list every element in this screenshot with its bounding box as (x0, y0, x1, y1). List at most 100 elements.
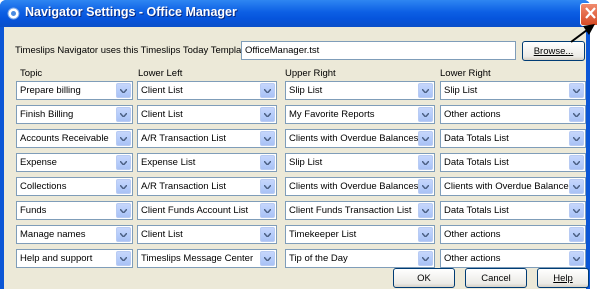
combo-value: Clients with Overdue Balances (289, 181, 419, 192)
combo-lower-left[interactable]: A/R Transaction List (137, 177, 277, 196)
dropdown-button[interactable] (569, 179, 584, 194)
dropdown-button[interactable] (569, 131, 584, 146)
dropdown-button[interactable] (116, 107, 131, 122)
combo-upper-right[interactable]: Tip of the Day (285, 249, 435, 268)
combo-upper-right[interactable]: My Favorite Reports (285, 105, 435, 124)
combo-value: Expense List (141, 157, 196, 168)
combo-lower-right[interactable]: Clients with Overdue Balances (440, 177, 586, 196)
chevron-down-icon (422, 209, 429, 213)
chevron-down-icon (120, 113, 127, 117)
dropdown-button[interactable] (569, 155, 584, 170)
combo-lower-left[interactable]: Expense List (137, 153, 277, 172)
dropdown-button[interactable] (418, 227, 433, 242)
cancel-button[interactable]: Cancel (465, 268, 527, 288)
combo-topic[interactable]: Accounts Receivable (16, 129, 133, 148)
browse-button-label: Browse... (533, 45, 574, 57)
dropdown-button[interactable] (116, 251, 131, 266)
combo-lower-right[interactable]: Other actions (440, 225, 586, 244)
combo-value: Collections (20, 181, 67, 192)
close-icon (585, 7, 596, 19)
combo-lower-right[interactable]: Slip List (440, 81, 586, 100)
navigator-settings-window: Navigator Settings - Office Manager Time… (0, 0, 597, 289)
chevron-down-icon (573, 185, 580, 189)
template-label: Timeslips Navigator uses this Timeslips … (15, 45, 252, 56)
combo-upper-right[interactable]: Clients with Overdue Balances (285, 177, 435, 196)
combo-topic[interactable]: Expense (16, 153, 133, 172)
dropdown-button[interactable] (260, 131, 275, 146)
combo-lower-left[interactable]: Client List (137, 225, 277, 244)
dropdown-button[interactable] (116, 155, 131, 170)
dropdown-button[interactable] (569, 251, 584, 266)
dropdown-button[interactable] (260, 155, 275, 170)
chevron-down-icon (573, 161, 580, 165)
dropdown-button[interactable] (116, 227, 131, 242)
combo-value: My Favorite Reports (289, 109, 375, 120)
dropdown-button[interactable] (418, 203, 433, 218)
dropdown-button[interactable] (569, 203, 584, 218)
combo-upper-right[interactable]: Timekeeper List (285, 225, 435, 244)
chevron-down-icon (422, 113, 429, 117)
dropdown-button[interactable] (116, 83, 131, 98)
dropdown-button[interactable] (418, 131, 433, 146)
dropdown-button[interactable] (260, 179, 275, 194)
chevron-down-icon (422, 233, 429, 237)
template-path-field[interactable]: OfficeManager.tst (241, 41, 516, 60)
combo-upper-right[interactable]: Clients with Overdue Balances (285, 129, 435, 148)
combo-lower-left[interactable]: Client Funds Account List (137, 201, 277, 220)
chevron-down-icon (422, 257, 429, 261)
combo-lower-right[interactable]: Data Totals List (440, 153, 586, 172)
combo-value: Timekeeper List (289, 229, 357, 240)
dropdown-button[interactable] (260, 83, 275, 98)
dropdown-button[interactable] (418, 155, 433, 170)
combo-value: Slip List (289, 85, 323, 96)
combo-lower-right[interactable]: Other actions (440, 249, 586, 268)
combo-lower-right[interactable]: Data Totals List (440, 129, 586, 148)
close-button[interactable] (580, 3, 597, 26)
combo-value: Tip of the Day (289, 253, 348, 264)
combo-topic[interactable]: Prepare billing (16, 81, 133, 100)
combo-value: Manage names (20, 229, 86, 240)
dialog-client-area: Timeslips Navigator uses this Timeslips … (4, 27, 589, 289)
combo-lower-left[interactable]: Client List (137, 105, 277, 124)
combo-value: Slip List (444, 85, 478, 96)
dropdown-button[interactable] (569, 107, 584, 122)
dropdown-button[interactable] (418, 179, 433, 194)
chevron-down-icon (573, 233, 580, 237)
dropdown-button[interactable] (116, 179, 131, 194)
combo-value: Expense (20, 157, 57, 168)
combo-topic[interactable]: Collections (16, 177, 133, 196)
combo-lower-right[interactable]: Other actions (440, 105, 586, 124)
combo-value: Client Funds Account List (141, 205, 249, 216)
help-button[interactable]: Help (537, 268, 589, 288)
combo-lower-right[interactable]: Data Totals List (440, 201, 586, 220)
combo-lower-left[interactable]: Client List (137, 81, 277, 100)
combo-topic[interactable]: Manage names (16, 225, 133, 244)
title-bar[interactable]: Navigator Settings - Office Manager (0, 0, 590, 27)
column-header-lower-left: Lower Left (138, 68, 183, 79)
dropdown-button[interactable] (116, 131, 131, 146)
combo-topic[interactable]: Finish Billing (16, 105, 133, 124)
dropdown-button[interactable] (260, 203, 275, 218)
dropdown-button[interactable] (260, 107, 275, 122)
dropdown-button[interactable] (418, 83, 433, 98)
combo-upper-right[interactable]: Slip List (285, 153, 435, 172)
combo-upper-right[interactable]: Client Funds Transaction List (285, 201, 435, 220)
dropdown-button[interactable] (569, 83, 584, 98)
column-header-lower-right: Lower Right (440, 68, 491, 79)
column-header-upper-right: Upper Right (285, 68, 336, 79)
combo-value: Data Totals List (444, 157, 509, 168)
dropdown-button[interactable] (116, 203, 131, 218)
dropdown-button[interactable] (260, 251, 275, 266)
combo-topic[interactable]: Funds (16, 201, 133, 220)
dropdown-button[interactable] (569, 227, 584, 242)
combo-lower-left[interactable]: Timeslips Message Center (137, 249, 277, 268)
combo-topic[interactable]: Help and support (16, 249, 133, 268)
combo-upper-right[interactable]: Slip List (285, 81, 435, 100)
combo-lower-left[interactable]: A/R Transaction List (137, 129, 277, 148)
dropdown-button[interactable] (418, 251, 433, 266)
dropdown-button[interactable] (260, 227, 275, 242)
ok-button[interactable]: OK (393, 268, 455, 288)
dropdown-button[interactable] (418, 107, 433, 122)
chevron-down-icon (264, 185, 271, 189)
chevron-down-icon (264, 89, 271, 93)
